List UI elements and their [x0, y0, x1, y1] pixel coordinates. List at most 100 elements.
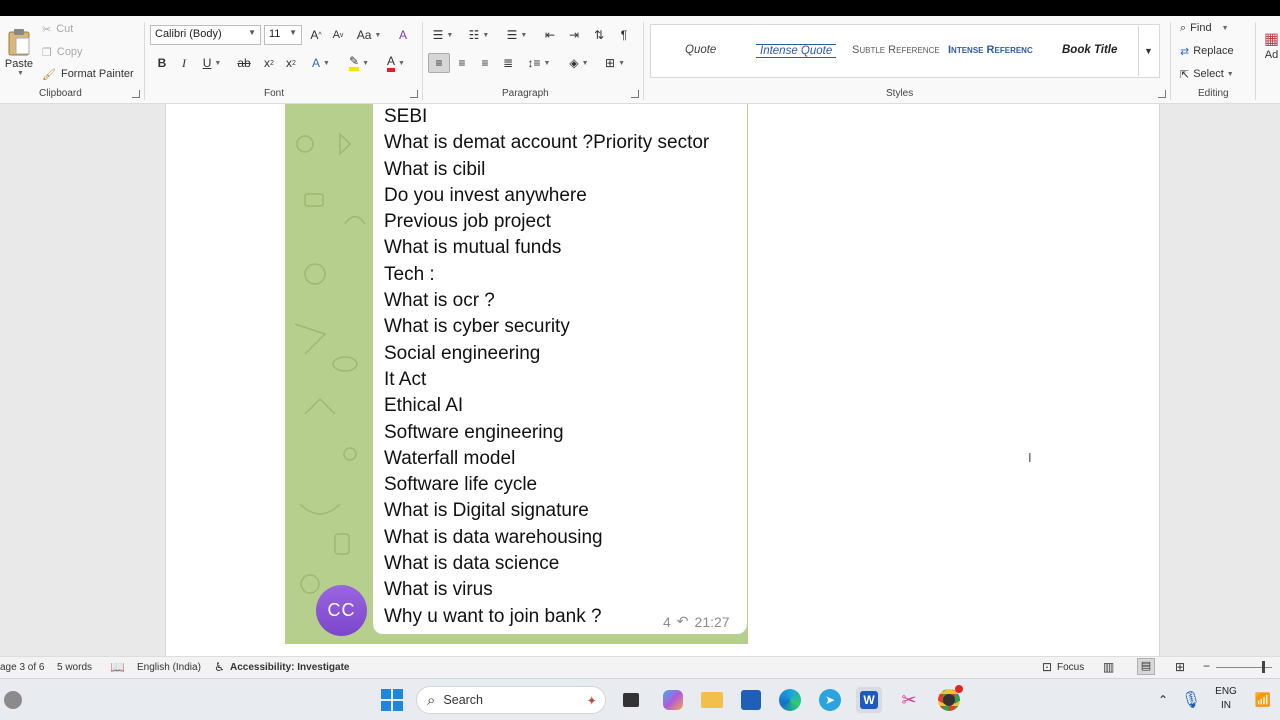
select-label: Select: [1193, 68, 1224, 80]
file-explorer-icon[interactable]: [699, 687, 725, 713]
strikethrough-button[interactable]: ab: [235, 53, 253, 73]
align-center-button[interactable]: ≡: [452, 53, 472, 73]
reply-arrow-icon: ↶: [676, 613, 689, 629]
window-top-bar: [0, 0, 1280, 16]
chevron-up-icon[interactable]: ⌃: [1150, 687, 1176, 713]
taskbar-app-icon[interactable]: [0, 687, 26, 713]
task-view-icon[interactable]: [618, 687, 644, 713]
multilevel-list-button[interactable]: ☰ ▼: [502, 25, 532, 45]
decrease-indent-button[interactable]: ⇤: [541, 25, 559, 45]
accessibility-status[interactable]: Accessibility: Investigate: [230, 662, 350, 673]
message-line: What is virus: [384, 579, 493, 601]
align-left-button[interactable]: ≡: [428, 53, 450, 73]
copy-button[interactable]: ❐ Copy: [42, 42, 83, 62]
styles-launcher-icon[interactable]: [1158, 90, 1166, 98]
font-launcher-icon[interactable]: [410, 90, 418, 98]
paint-bucket-icon: ◈: [569, 56, 579, 70]
divider: [144, 22, 145, 100]
bullets-button[interactable]: ☰ ▼: [428, 25, 458, 45]
show-marks-button[interactable]: ¶: [615, 25, 633, 45]
cut-button[interactable]: ✂ Cut: [42, 19, 73, 39]
superscript-button[interactable]: x2: [283, 53, 299, 73]
highlighter-icon: ✎: [349, 55, 360, 71]
line-spacing-button[interactable]: ↕≡ ▼: [524, 53, 554, 73]
proofing-icon[interactable]: 📖: [110, 660, 125, 674]
read-mode-icon[interactable]: ▥: [1103, 660, 1114, 674]
font-size-dropdown[interactable]: 11 ▼: [264, 25, 302, 45]
focus-icon: ⊡: [1042, 660, 1053, 674]
page-count[interactable]: age 3 of 6: [0, 662, 44, 673]
microphone-icon[interactable]: 🎙: [1178, 687, 1204, 713]
sort-button[interactable]: ⇅: [590, 25, 608, 45]
web-layout-icon[interactable]: ⊞: [1175, 660, 1185, 674]
font-name-value: Calibri (Body): [155, 28, 222, 40]
highlight-button[interactable]: ✎ ▼: [344, 53, 374, 73]
message-line: What is data warehousing: [384, 526, 603, 548]
align-left-icon: ≡: [435, 56, 443, 70]
subscript-button[interactable]: x2: [261, 53, 277, 73]
font-name-dropdown[interactable]: Calibri (Body) ▼: [150, 25, 261, 45]
styles-more-button[interactable]: ▼: [1138, 26, 1158, 76]
zoom-slider-thumb[interactable]: [1262, 661, 1265, 673]
avatar: CC: [316, 585, 367, 636]
shrink-font-button[interactable]: Av: [330, 25, 346, 45]
bold-button[interactable]: B: [154, 53, 170, 73]
sort-icon: ⇅: [593, 28, 605, 42]
language-status[interactable]: English (India): [137, 662, 201, 673]
paintbrush-icon: 🖌: [42, 68, 56, 81]
word-icon[interactable]: W: [856, 687, 882, 713]
add-in-button[interactable]: ▦ Ad: [1263, 20, 1280, 70]
grow-font-button[interactable]: A ^: [308, 25, 324, 45]
underline-button[interactable]: U ▼: [198, 53, 226, 73]
format-painter-button[interactable]: 🖌 Format Painter: [42, 64, 134, 84]
style-quote[interactable]: Quote: [685, 44, 716, 56]
copy-icon: ❐: [42, 46, 52, 59]
paste-button[interactable]: Paste ▼: [4, 22, 34, 82]
language-indicator[interactable]: ENG IN: [1210, 685, 1242, 713]
word-count[interactable]: 5 words: [57, 662, 92, 673]
font-color-button[interactable]: A ▼: [382, 53, 410, 73]
clipboard-launcher-icon[interactable]: [132, 90, 140, 98]
reply-count: 4: [663, 613, 671, 630]
line-spacing-icon: ↕≡: [527, 56, 541, 70]
zoom-out-icon[interactable]: −: [1203, 659, 1210, 673]
language-top: ENG: [1215, 686, 1237, 697]
borders-button[interactable]: ⊞ ▼: [600, 53, 630, 73]
style-intense-reference[interactable]: Intense Referenc: [948, 44, 1036, 56]
justify-button[interactable]: ≣: [498, 53, 518, 73]
justify-icon: ≣: [502, 56, 514, 70]
style-book-title[interactable]: Book Title: [1062, 44, 1117, 56]
snipping-tool-icon[interactable]: ✂: [896, 687, 922, 713]
shading-button[interactable]: ◈ ▼: [564, 53, 594, 73]
style-subtle-reference[interactable]: Subtle Reference: [852, 44, 940, 56]
numbering-button[interactable]: ☷ ▼: [464, 25, 494, 45]
text-effects-button[interactable]: A ▼: [307, 53, 335, 73]
edge-icon[interactable]: [777, 687, 803, 713]
replace-button[interactable]: ⇄ Replace: [1180, 41, 1234, 61]
find-button[interactable]: ⌕ Find ▼: [1180, 18, 1229, 38]
select-button[interactable]: ⇱ Select ▼: [1180, 64, 1234, 84]
print-layout-icon[interactable]: ▤: [1137, 658, 1155, 675]
paragraph-launcher-icon[interactable]: [631, 90, 639, 98]
change-case-button[interactable]: Aa ▼: [355, 25, 383, 45]
search-highlight-icon: ✦: [586, 693, 597, 708]
clear-formatting-icon[interactable]: A: [394, 25, 412, 45]
replace-icon: ⇄: [1180, 45, 1190, 58]
copilot-icon[interactable]: [660, 687, 686, 713]
add-in-icon: ▦: [1263, 31, 1280, 48]
focus-button[interactable]: Focus: [1057, 662, 1084, 673]
telegram-icon[interactable]: ➤: [817, 687, 843, 713]
search-icon: ⌕: [1180, 21, 1187, 34]
start-button[interactable]: [379, 687, 405, 713]
increase-indent-button[interactable]: ⇥: [565, 25, 583, 45]
store-icon[interactable]: [738, 687, 764, 713]
format-painter-label: Format Painter: [60, 68, 134, 80]
taskbar: ⌕ Search ✦ ➤ W ✂ ⌃ 🎙 ENG IN 📶: [0, 678, 1280, 720]
taskbar-search[interactable]: ⌕ Search ✦: [416, 686, 606, 714]
italic-button[interactable]: I: [176, 53, 192, 73]
align-right-button[interactable]: ≡: [475, 53, 495, 73]
style-intense-quote[interactable]: Intense Quote: [756, 44, 837, 58]
clipboard-group-label: Clipboard: [39, 88, 82, 99]
wifi-icon[interactable]: 📶: [1250, 687, 1276, 713]
pilcrow-icon: ¶: [620, 28, 628, 42]
